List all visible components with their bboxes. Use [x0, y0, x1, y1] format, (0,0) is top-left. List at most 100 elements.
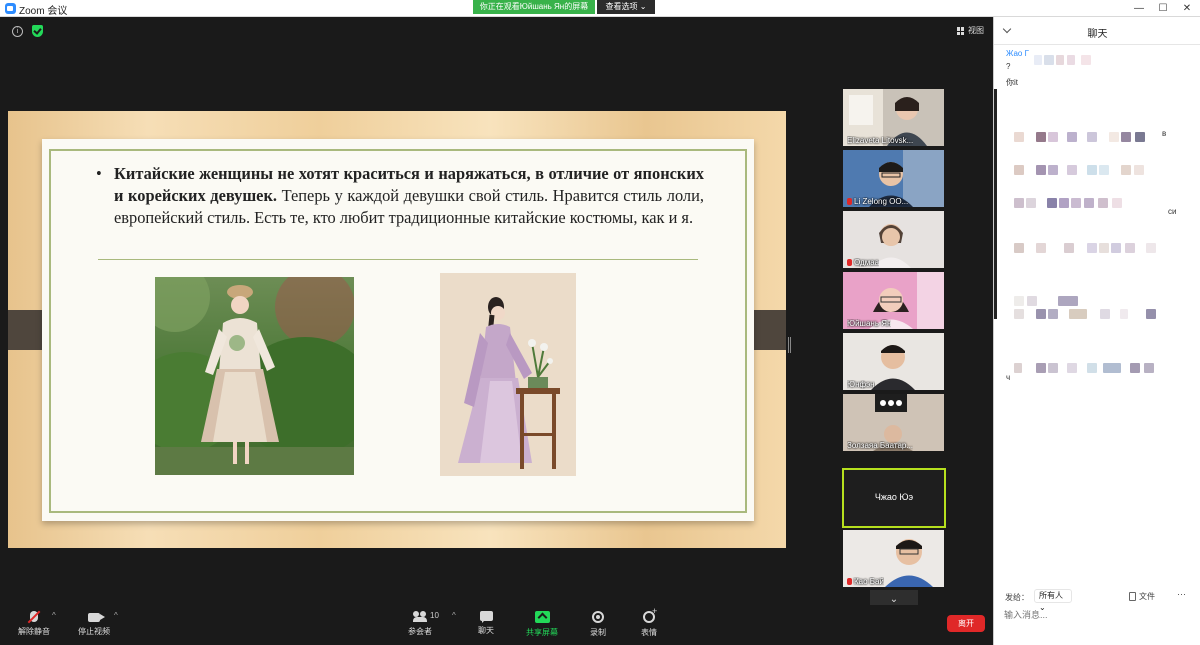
redacted-block	[1067, 55, 1075, 65]
close-window-button[interactable]: ✕	[1176, 1, 1198, 16]
share-screen-button[interactable]: 共享屏幕	[516, 609, 568, 641]
view-button-label: 视图	[968, 26, 984, 35]
redacted-block	[1036, 309, 1046, 319]
chat-sender-name: Жао Г	[1006, 49, 1029, 58]
redacted-block	[1048, 363, 1058, 373]
participant-tile[interactable]: Золзаяа Баатар...	[843, 394, 944, 451]
participant-tile[interactable]: Юйшань Ян	[843, 272, 944, 329]
leave-meeting-button[interactable]: 离开	[947, 615, 985, 632]
info-icon[interactable]: i	[12, 26, 23, 37]
redacted-block	[1112, 198, 1122, 208]
redacted-block	[1111, 243, 1121, 253]
redacted-block	[1027, 296, 1037, 306]
reaction-smiley-icon	[643, 606, 657, 623]
redacted-block	[1146, 309, 1156, 319]
redacted-block	[1087, 132, 1097, 142]
redacted-block	[1067, 363, 1077, 373]
participants-options-caret[interactable]: ^	[452, 611, 456, 620]
redacted-block	[1059, 198, 1069, 208]
slide-content-panel: Китайские женщины не хотят краситься и н…	[42, 139, 754, 521]
record-label: 录制	[590, 628, 606, 637]
redacted-block	[1056, 55, 1064, 65]
redacted-block	[1047, 198, 1057, 208]
file-icon	[1129, 592, 1136, 601]
chat-header: 聊天	[994, 17, 1200, 45]
record-icon	[592, 611, 604, 623]
reactions-label: 表情	[641, 628, 657, 637]
mic-muted-icon	[847, 578, 852, 585]
redacted-block	[1067, 132, 1077, 142]
recipient-dropdown[interactable]: 所有人 ⌄	[1034, 589, 1072, 612]
panel-splitter-handle[interactable]	[788, 337, 791, 353]
chat-message: ?	[1006, 62, 1011, 71]
shared-screen-slide: Китайские женщины не хотят краситься и н…	[8, 111, 786, 548]
chat-scrollbar[interactable]	[994, 89, 997, 319]
stop-video-button[interactable]: 停止视频	[68, 609, 120, 641]
participants-icon	[413, 611, 427, 622]
share-screen-icon	[534, 611, 550, 623]
security-shield-icon[interactable]	[32, 25, 43, 37]
video-camera-icon	[88, 613, 100, 622]
participant-tile[interactable]: Elizaveta Litovsk...	[843, 89, 944, 146]
redacted-block	[1014, 363, 1022, 373]
maximize-button[interactable]: ☐	[1152, 1, 1174, 16]
mic-muted-icon	[847, 259, 852, 266]
participant-count-badge: 10	[430, 611, 439, 620]
view-options-button[interactable]: 查看选项 ⌄	[597, 0, 655, 14]
redacted-block	[1048, 165, 1058, 175]
reactions-button[interactable]: 表情	[623, 606, 675, 641]
participant-name: Юнфэн	[847, 380, 875, 389]
chat-message: 你it	[1006, 78, 1018, 87]
file-button[interactable]: 文件	[1129, 591, 1155, 602]
zoom-logo-icon	[5, 3, 16, 14]
redacted-block	[1026, 198, 1036, 208]
meeting-toolbar: 解除静音 ^ 停止视频 ^ 参会者 10 ^ 聊天 共享屏幕 录制 表情 离开	[0, 605, 993, 645]
mic-muted-icon	[847, 198, 852, 205]
participant-name: Li Zelong OO...	[847, 197, 908, 206]
participant-name: Одмаа	[847, 258, 879, 267]
chat-panel: 聊天 Жао Г ? 你it в си ч 发给： 所有人 ⌄ 文件 ··· 输…	[993, 17, 1200, 645]
chat-button[interactable]: 聊天	[460, 609, 512, 641]
audio-options-caret[interactable]: ^	[52, 611, 56, 620]
redacted-block	[1048, 132, 1058, 142]
participant-tile[interactable]: Као Бай	[843, 530, 944, 587]
redacted-block	[1084, 198, 1094, 208]
redacted-block	[1014, 132, 1024, 142]
redacted-block	[1071, 198, 1081, 208]
chat-message-fragment: си	[1168, 207, 1177, 216]
redacted-block	[1100, 309, 1110, 319]
record-button[interactable]: 录制	[572, 609, 624, 641]
slide-bullet-text: Китайские женщины не хотят краситься и н…	[92, 163, 704, 229]
redacted-block	[1014, 198, 1024, 208]
redacted-block	[1144, 363, 1154, 373]
redacted-block	[1099, 165, 1109, 175]
video-options-caret[interactable]: ^	[114, 611, 118, 620]
redacted-block	[1036, 132, 1046, 142]
redacted-block	[1087, 363, 1097, 373]
participant-tile[interactable]: Юнфэн	[843, 333, 944, 390]
redacted-block	[1036, 363, 1046, 373]
more-options-icon[interactable]: ···	[1177, 589, 1186, 599]
participant-name: Чжао Юэ	[874, 492, 914, 502]
redacted-block	[1036, 165, 1046, 175]
lolita-dress-photo	[155, 277, 354, 475]
redacted-block	[1121, 165, 1131, 175]
chat-label: 聊天	[478, 626, 494, 635]
redacted-block	[1014, 165, 1024, 175]
chat-message-fragment: ч	[1006, 373, 1011, 382]
minimize-button[interactable]: —	[1128, 1, 1150, 16]
redacted-block	[1044, 55, 1054, 65]
redacted-block	[1014, 243, 1024, 253]
chat-message-input[interactable]	[1004, 607, 1190, 623]
redacted-block	[1048, 309, 1058, 319]
redacted-block	[1081, 55, 1091, 65]
redacted-block	[1087, 243, 1097, 253]
participant-tile[interactable]: Li Zelong OO...	[843, 150, 944, 207]
grid-view-icon	[957, 27, 965, 35]
active-speaker-tile[interactable]: Чжао Юэ	[842, 468, 946, 528]
redacted-block	[1103, 363, 1121, 373]
title-bar: Zoom 会议 你正在观看Юйшань Ян的屏幕 查看选项 ⌄ — ☐ ✕	[0, 0, 1200, 17]
participant-tile[interactable]: Одмаа	[843, 211, 944, 268]
chat-bubble-icon	[479, 611, 493, 623]
view-button[interactable]: 视图	[957, 25, 984, 37]
